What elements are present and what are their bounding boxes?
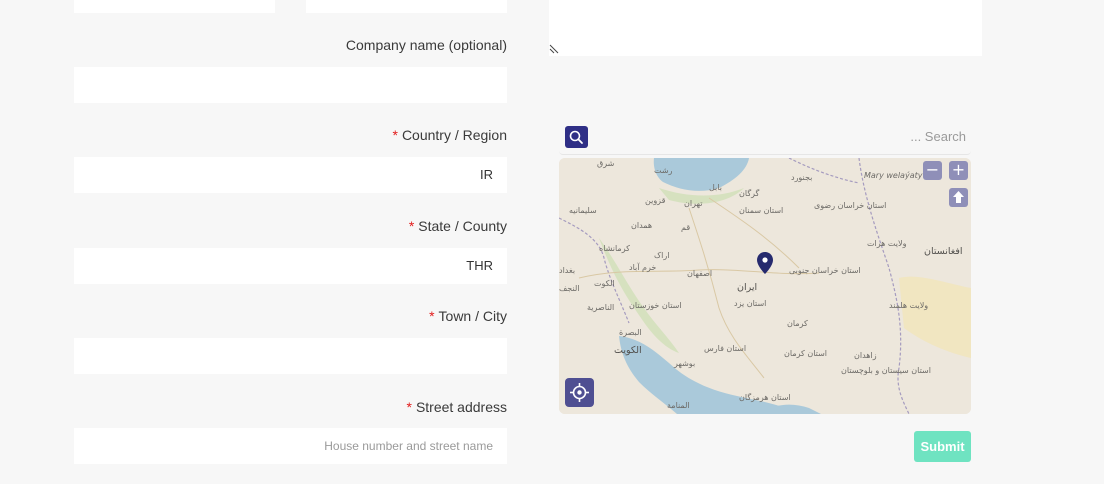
svg-text:استان خراسان رضوی: استان خراسان رضوی xyxy=(814,201,886,210)
svg-text:بغداد: بغداد xyxy=(559,266,575,275)
svg-text:البصرة: البصرة xyxy=(619,328,642,337)
svg-text:الناصریة: الناصریة xyxy=(587,303,614,312)
svg-text:Mary welaýaty: Mary welaýaty xyxy=(864,171,923,180)
street-label: * Street address xyxy=(406,399,507,415)
svg-text:رشت: رشت xyxy=(654,166,673,175)
state-label: * State / County xyxy=(408,218,507,234)
svg-text:استان سیستان و بلوچستان: استان سیستان و بلوچستان xyxy=(841,366,931,375)
country-select[interactable]: IR xyxy=(74,157,507,193)
svg-text:بابل: بابل xyxy=(709,183,722,192)
map-search-button[interactable] xyxy=(565,126,588,148)
svg-text:اراک: اراک xyxy=(654,251,669,260)
company-label: Company name (optional) xyxy=(345,37,507,53)
city-input[interactable] xyxy=(74,338,507,374)
city-label: * Town / City xyxy=(429,308,507,324)
svg-text:استان کرمان: استان کرمان xyxy=(784,349,827,358)
svg-text:استان خراسان جنوبی: استان خراسان جنوبی xyxy=(789,266,861,275)
order-notes-textarea[interactable] xyxy=(549,0,982,56)
svg-text:همدان: همدان xyxy=(631,221,652,230)
last-name-field[interactable] xyxy=(306,0,507,13)
svg-text:ولایت هلمند: ولایت هلمند xyxy=(889,301,928,310)
svg-text:افغانستان: افغانستان xyxy=(924,246,963,257)
svg-text:ولایت هرات: ولایت هرات xyxy=(867,239,907,248)
svg-text:استان فارس: استان فارس xyxy=(704,344,746,353)
svg-text:شرق: شرق xyxy=(597,159,615,168)
required-mark: * xyxy=(408,218,415,234)
svg-text:ایران: ایران xyxy=(737,282,757,293)
fullscreen-button[interactable] xyxy=(949,188,968,207)
required-mark: * xyxy=(392,127,398,143)
first-name-field[interactable] xyxy=(74,0,275,13)
svg-text:گرگان: گرگان xyxy=(739,188,760,198)
svg-text:استان یزد: استان یزد xyxy=(734,299,766,308)
svg-text:النجف: النجف xyxy=(559,284,580,293)
map-tiles: شرق رشت بابل گرگان بجنورد Mary welaýaty … xyxy=(559,158,971,414)
required-mark: * xyxy=(406,399,412,415)
submit-button[interactable]: Submit xyxy=(914,431,971,462)
svg-text:اصفهان: اصفهان xyxy=(687,269,712,278)
textarea-resize-handle[interactable] xyxy=(549,44,559,54)
svg-text:المنامة: المنامة xyxy=(667,401,690,410)
crosshair-icon xyxy=(570,383,589,402)
svg-text:قزوین: قزوین xyxy=(645,196,666,205)
svg-text:خرم آباد: خرم آباد xyxy=(629,262,656,272)
locate-me-button[interactable] xyxy=(565,378,594,407)
street-address-input[interactable]: House number and street name xyxy=(74,428,507,464)
zoom-in-button[interactable]: + xyxy=(949,161,968,180)
svg-text:کرمانشاه: کرمانشاه xyxy=(599,244,630,253)
svg-text:بجنورد: بجنورد xyxy=(791,173,812,182)
search-icon xyxy=(569,130,583,144)
country-label: * Country / Region xyxy=(392,127,507,143)
state-select[interactable]: THR xyxy=(74,248,507,284)
svg-text:استان هرمزگان: استان هرمزگان xyxy=(739,392,791,402)
map-view[interactable]: شرق رشت بابل گرگان بجنورد Mary welaýaty … xyxy=(559,158,971,414)
svg-text:تهران: تهران xyxy=(684,199,702,208)
company-input[interactable] xyxy=(74,67,507,103)
required-mark: * xyxy=(429,308,435,324)
zoom-out-button[interactable]: − xyxy=(923,161,942,180)
svg-text:بوشهر: بوشهر xyxy=(673,359,695,368)
map-search-input[interactable]: ... Search xyxy=(600,129,966,144)
svg-text:الکوت: الکوت xyxy=(594,279,615,288)
svg-text:استان خوزستان: استان خوزستان xyxy=(629,301,682,310)
svg-text:قم: قم xyxy=(681,223,690,232)
svg-text:استان سمنان: استان سمنان xyxy=(739,206,783,215)
svg-text:زاهدان: زاهدان xyxy=(854,351,877,360)
arrow-up-icon xyxy=(953,191,964,203)
svg-text:سلیمانیه: سلیمانیه xyxy=(569,206,597,215)
svg-text:الکویت: الکویت xyxy=(614,345,642,356)
svg-text:کرمان: کرمان xyxy=(787,319,808,328)
